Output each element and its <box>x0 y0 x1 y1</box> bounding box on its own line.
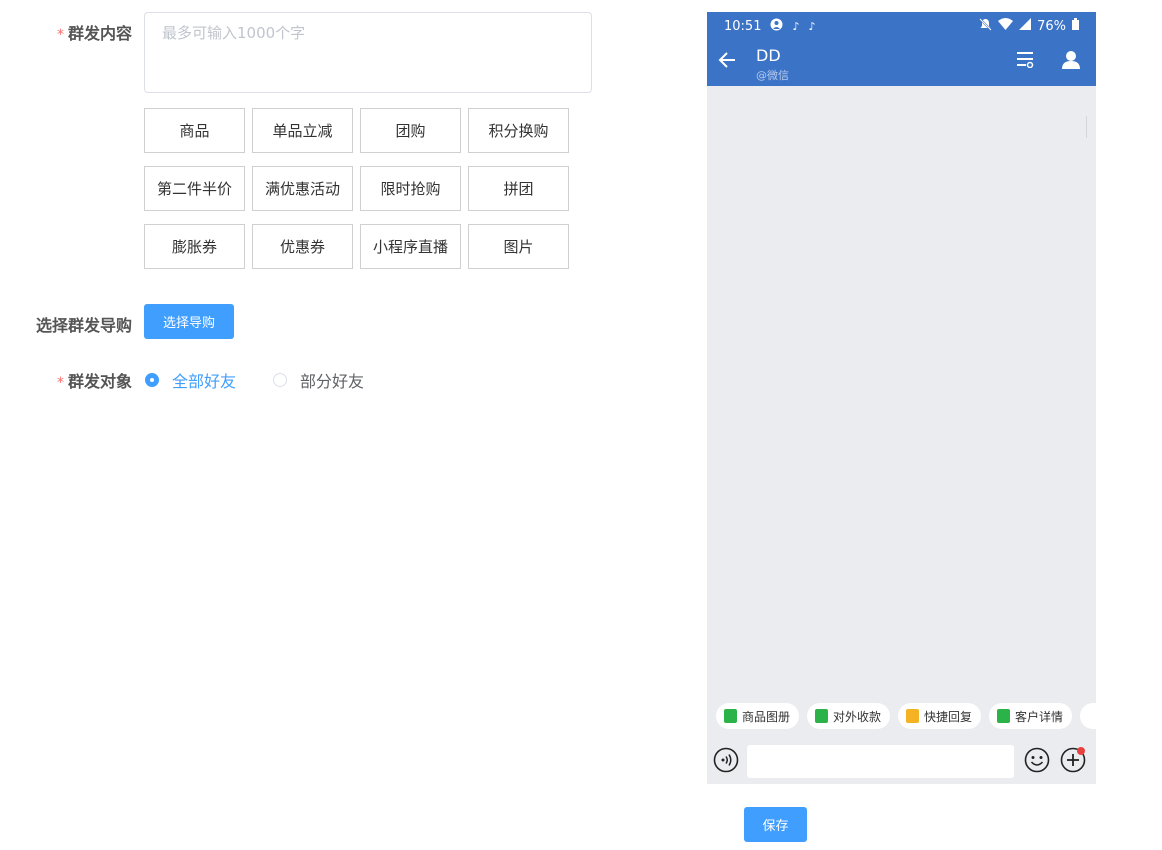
type-button[interactable]: 积分换购 <box>468 108 569 153</box>
type-button[interactable]: 单品立减 <box>252 108 353 153</box>
quick-reply-icon <box>906 709 920 723</box>
signal-icon <box>1019 18 1032 34</box>
guide-label: 选择群发导购 <box>36 316 133 335</box>
back-arrow-icon[interactable] <box>718 50 736 75</box>
select-guide-button[interactable]: 选择导购 <box>144 304 234 339</box>
chat-text-input[interactable] <box>747 745 1014 778</box>
type-button[interactable]: 膨胀券 <box>144 224 245 269</box>
phone-preview: 10:51 ♪ ♪ 76% DD @微信 商品图册 对外收款 快捷回复 客户详情 <box>707 12 1096 784</box>
save-button[interactable]: 保存 <box>744 807 807 842</box>
chat-header: DD @微信 <box>707 40 1096 86</box>
type-button[interactable]: 第二件半价 <box>144 166 245 211</box>
radio-all-friends[interactable]: 全部好友 <box>145 368 236 392</box>
user-profile-icon[interactable] <box>1061 50 1081 74</box>
target-label: * 群发对象 <box>57 372 133 391</box>
more-icon <box>1088 709 1096 723</box>
quick-chip-label: 快捷回复 <box>924 709 973 724</box>
quick-chip[interactable]: 商品图册 <box>716 703 800 729</box>
radio-label: 部分好友 <box>300 372 365 391</box>
type-button[interactable]: 满优惠活动 <box>252 166 353 211</box>
mute-icon <box>979 17 992 35</box>
payment-icon <box>815 709 829 723</box>
chat-source: @微信 <box>756 69 789 82</box>
quick-chip[interactable]: 快捷回复 <box>898 703 982 729</box>
radio-checked-icon <box>145 373 159 387</box>
quick-chip-label: 客户详情 <box>1015 709 1064 724</box>
emoji-icon[interactable] <box>1024 747 1050 777</box>
wifi-icon <box>998 18 1014 34</box>
message-type-buttons: 商品 单品立减 团购 积分换购第二件半价 满优惠活动 限时抢购 拼团膨胀券 优惠券 小程序直播图… <box>144 108 569 269</box>
quick-chip-label: 商品图册 <box>742 709 791 724</box>
battery-icon <box>1072 18 1079 34</box>
content-label: * 群发内容 <box>57 24 133 43</box>
quick-chip[interactable]: 客户详情 <box>989 703 1073 729</box>
app-notification-icon <box>770 18 783 34</box>
quick-chip-label: 对外收款 <box>833 709 882 724</box>
content-textarea[interactable]: 最多可输入1000个字 <box>144 12 592 93</box>
radio-unchecked-icon <box>273 373 287 387</box>
type-button[interactable]: 小程序直播 <box>360 224 461 269</box>
customer-icon <box>997 709 1011 723</box>
type-button[interactable]: 团购 <box>360 108 461 153</box>
radio-label: 全部好友 <box>172 372 237 391</box>
battery-level: 76% <box>1037 18 1066 34</box>
type-button[interactable]: 拼团 <box>468 166 569 211</box>
tiktok-icon: ♪ <box>808 19 816 33</box>
chat-name: DD <box>756 46 781 65</box>
voice-icon[interactable] <box>713 747 739 777</box>
status-time: 10:51 <box>724 18 762 34</box>
status-bar: 10:51 ♪ ♪ 76% <box>707 12 1096 40</box>
required-mark: * <box>57 27 64 43</box>
quick-chip[interactable] <box>1080 703 1096 729</box>
type-button[interactable]: 限时抢购 <box>360 166 461 211</box>
tiktok-icon: ♪ <box>792 19 800 33</box>
type-button[interactable]: 商品 <box>144 108 245 153</box>
required-mark: * <box>57 375 64 391</box>
scroll-indicator <box>1086 116 1087 138</box>
type-button[interactable]: 图片 <box>468 224 569 269</box>
content-placeholder: 最多可输入1000个字 <box>162 24 306 42</box>
radio-some-friends[interactable]: 部分好友 <box>273 368 364 392</box>
chat-input-bar <box>707 741 1096 784</box>
new-badge-dot <box>1077 747 1085 755</box>
chat-menu-icon[interactable] <box>1016 50 1034 72</box>
quick-action-bar: 商品图册 对外收款 快捷回复 客户详情 <box>707 695 1096 737</box>
quick-chip[interactable]: 对外收款 <box>807 703 891 729</box>
type-button[interactable]: 优惠券 <box>252 224 353 269</box>
album-icon <box>724 709 737 723</box>
